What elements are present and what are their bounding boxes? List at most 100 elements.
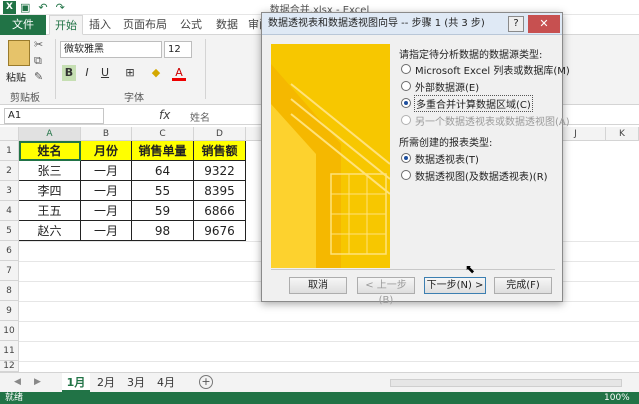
radio-button[interactable]: [401, 98, 411, 108]
radio-button[interactable]: [401, 64, 411, 74]
fx-icon[interactable]: fx: [159, 108, 170, 122]
finish-button[interactable]: 完成(F): [494, 277, 552, 294]
tab-page-layout[interactable]: 页面布局: [118, 15, 172, 35]
pivot-wizard-dialog: 数据透视表和数据透视图向导 -- 步骤 1 (共 3 步) ? ✕ 请指定待分析…: [261, 12, 570, 306]
sheet-tab[interactable]: 2月: [92, 373, 120, 392]
copy-icon[interactable]: ⧉: [34, 55, 46, 67]
wizard-illustration: [271, 44, 390, 268]
tab-home[interactable]: 开始: [49, 15, 83, 35]
table-cell[interactable]: 一月: [81, 201, 132, 221]
column-header[interactable]: B: [81, 127, 132, 141]
row-header[interactable]: 11: [0, 341, 19, 361]
paste-icon[interactable]: [8, 40, 30, 66]
tab-formulas[interactable]: 公式: [174, 15, 208, 35]
table-cell[interactable]: 59: [132, 201, 194, 221]
row-header[interactable]: 4: [0, 201, 19, 221]
row-header[interactable]: 2: [0, 161, 19, 181]
row-header[interactable]: 1: [0, 141, 19, 161]
table-header-cell[interactable]: 月份: [81, 141, 132, 161]
borders-icon[interactable]: ⊞: [122, 65, 138, 81]
column-header[interactable]: A: [19, 127, 81, 141]
radio-excel-list[interactable]: Microsoft Excel 列表或数据库(M): [401, 62, 570, 77]
cut-icon[interactable]: ✂: [34, 39, 46, 51]
sheet-tab[interactable]: 3月: [122, 373, 150, 392]
underline-button[interactable]: U: [98, 65, 112, 81]
column-header[interactable]: K: [606, 127, 639, 141]
tab-data[interactable]: 数据: [210, 15, 244, 35]
zoom-level[interactable]: 100%: [604, 392, 630, 404]
sheet-tab[interactable]: 1月: [62, 373, 90, 392]
row-header[interactable]: 7: [0, 261, 19, 281]
fill-color-icon[interactable]: ◆: [148, 65, 164, 81]
font-size-select[interactable]: 12: [164, 41, 192, 58]
table-cell[interactable]: 赵六: [19, 221, 81, 241]
tab-insert[interactable]: 插入: [84, 15, 116, 35]
table-cell[interactable]: 64: [132, 161, 194, 181]
sheet-tab[interactable]: 4月: [152, 373, 180, 392]
table-header-cell[interactable]: 销售单量: [132, 141, 194, 161]
help-button[interactable]: ?: [508, 16, 524, 32]
radio-label: 数据透视图(及数据透视表)(R): [415, 171, 548, 183]
row-header[interactable]: 3: [0, 181, 19, 201]
table-cell[interactable]: 55: [132, 181, 194, 201]
table-cell[interactable]: 98: [132, 221, 194, 241]
font-group-label: 字体: [124, 93, 144, 104]
source-type-question: 请指定待分析数据的数据源类型:: [399, 50, 543, 61]
table-cell[interactable]: 8395: [194, 181, 246, 201]
radio-button[interactable]: [401, 81, 411, 91]
status-bar: 就绪 100%: [0, 392, 639, 404]
tab-file[interactable]: 文件: [0, 15, 46, 35]
radio-label: 多重合并计算数据区域(C): [414, 94, 533, 112]
column-header[interactable]: C: [132, 127, 194, 141]
table-cell[interactable]: 李四: [19, 181, 81, 201]
paste-button-label[interactable]: 粘贴: [6, 69, 26, 84]
sheet-next-icon[interactable]: ▶: [34, 377, 41, 387]
font-color-button[interactable]: A: [172, 65, 186, 81]
row-header[interactable]: 12: [0, 361, 19, 372]
radio-label: Microsoft Excel 列表或数据库(M): [415, 65, 570, 77]
status-text: 就绪: [5, 393, 24, 403]
bold-button[interactable]: B: [62, 65, 76, 81]
format-painter-icon[interactable]: ✎: [34, 71, 46, 83]
radio-another-pivot[interactable]: 另一个数据透视表或数据透视图(A): [401, 113, 570, 128]
add-sheet-button[interactable]: +: [199, 375, 213, 389]
radio-pivot-chart[interactable]: 数据透视图(及数据透视表)(R): [401, 168, 548, 183]
row-header[interactable]: 6: [0, 241, 19, 261]
column-header[interactable]: D: [194, 127, 246, 141]
table-header-cell[interactable]: 姓名: [19, 141, 81, 161]
radio-button[interactable]: [401, 115, 411, 125]
name-box[interactable]: A1: [4, 108, 104, 124]
formula-input[interactable]: 姓名: [190, 109, 210, 124]
radio-multiple-consolidation[interactable]: 多重合并计算数据区域(C): [401, 94, 533, 112]
table-cell[interactable]: 王五: [19, 201, 81, 221]
dialog-divider: [271, 269, 555, 270]
next-button[interactable]: 下一步(N) >: [424, 277, 486, 294]
sheet-tab-bar: ◀ ▶ 1月 2月 3月 4月 +: [0, 372, 639, 392]
select-all-corner[interactable]: [0, 127, 19, 141]
radio-label: 另一个数据透视表或数据透视图(A): [415, 116, 570, 128]
close-button[interactable]: ✕: [528, 15, 560, 33]
radio-button[interactable]: [401, 170, 411, 180]
row-header[interactable]: 8: [0, 281, 19, 301]
sheet-prev-icon[interactable]: ◀: [14, 377, 21, 387]
radio-pivot-table[interactable]: 数据透视表(T): [401, 151, 479, 166]
back-button[interactable]: < 上一步(B): [357, 277, 415, 306]
font-name-select[interactable]: 微软雅黑: [60, 41, 162, 58]
radio-label: 外部数据源(E): [415, 82, 480, 94]
table-cell[interactable]: 一月: [81, 181, 132, 201]
row-header[interactable]: 5: [0, 221, 19, 241]
row-header[interactable]: 9: [0, 301, 19, 321]
table-cell[interactable]: 6866: [194, 201, 246, 221]
table-header-cell[interactable]: 销售额: [194, 141, 246, 161]
italic-button[interactable]: I: [80, 65, 94, 81]
table-cell[interactable]: 一月: [81, 221, 132, 241]
radio-button[interactable]: [401, 153, 411, 163]
table-cell[interactable]: 张三: [19, 161, 81, 181]
horizontal-scrollbar[interactable]: [390, 379, 622, 387]
table-cell[interactable]: 9322: [194, 161, 246, 181]
table-cell[interactable]: 一月: [81, 161, 132, 181]
cancel-button[interactable]: 取消: [289, 277, 347, 294]
row-header[interactable]: 10: [0, 321, 19, 341]
table-cell[interactable]: 9676: [194, 221, 246, 241]
radio-external-source[interactable]: 外部数据源(E): [401, 79, 480, 94]
